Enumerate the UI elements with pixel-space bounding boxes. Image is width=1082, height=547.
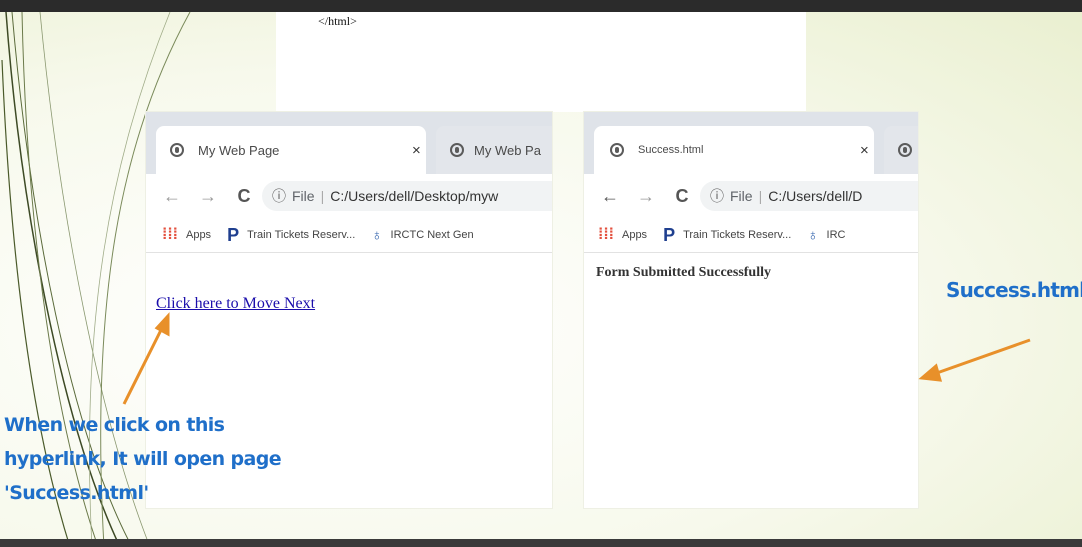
reload-icon[interactable]: C: [226, 186, 262, 207]
bookmark-train-tickets[interactable]: P Train Tickets Reserv...: [227, 225, 355, 246]
file-label: File: [730, 188, 753, 204]
bookmarks-bar: ⁞⁞⁞ Apps P Train Tickets Reserv... ♁ IRC: [584, 218, 918, 253]
browser-window-success: Success.html × ← → C ⓘ File | C:/Users/d…: [584, 112, 918, 508]
bookmark-irctc[interactable]: ♁ IRCTC Next Gen: [371, 227, 473, 244]
tab-success[interactable]: Success.html ×: [594, 126, 874, 174]
bookmark-label: IRC: [826, 229, 846, 241]
reload-icon[interactable]: C: [664, 186, 700, 207]
callout-right-text: Success.html: [946, 278, 1082, 302]
globe-icon: [450, 143, 464, 157]
url-text: C:/Users/dell/D: [768, 188, 863, 204]
separator: |: [758, 188, 763, 204]
tab-title: My Web Pa: [474, 142, 541, 158]
file-label: File: [292, 188, 315, 204]
callout-line-2: hyperlink, It will open page: [4, 448, 282, 470]
slide-bottom-border: [0, 539, 1082, 547]
irctc-icon: ♁: [807, 226, 819, 244]
irctc-icon: ♁: [371, 226, 383, 244]
bookmark-label: Apps: [185, 229, 212, 241]
address-bar[interactable]: ⓘ File | C:/Users/dell/D: [700, 181, 918, 211]
p-logo-icon: P: [663, 224, 676, 245]
forward-arrow-icon[interactable]: →: [190, 186, 226, 207]
move-next-link[interactable]: Click here to Move Next: [156, 295, 315, 313]
bookmark-apps[interactable]: ⁞⁞⁞ Apps: [162, 226, 211, 244]
info-icon[interactable]: ⓘ: [710, 186, 724, 206]
tab-my-web-page[interactable]: My Web Page ×: [156, 126, 426, 174]
bookmark-train-tickets[interactable]: P Train Tickets Reserv...: [663, 225, 791, 246]
browser-toolbar: ← → C ⓘ File | C:/Users/dell/D: [584, 174, 918, 218]
tab-title: My Web Page: [198, 142, 280, 158]
page-content: Form Submitted Successfully: [584, 253, 918, 508]
presentation-slide: </html> My Web Page × My Web Pa ← → C ⓘ …: [0, 0, 1082, 547]
bookmark-label: Train Tickets Reserv...: [683, 229, 792, 241]
code-snippet-text: </html>: [318, 14, 357, 28]
close-tab-icon[interactable]: ×: [412, 142, 421, 159]
tab-my-web-page-2[interactable]: My Web Pa: [436, 126, 552, 174]
bookmarks-bar: ⁞⁞⁞ Apps P Train Tickets Reserv... ♁ IRC…: [146, 218, 552, 253]
url-text: C:/Users/dell/Desktop/myw: [330, 188, 499, 204]
callout-left-text: When we click on this hyperlink, It will…: [4, 408, 334, 510]
apps-grid-icon: ⁞⁞⁞: [162, 226, 178, 243]
back-arrow-icon[interactable]: ←: [154, 186, 190, 207]
bookmark-label: IRCTC Next Gen: [390, 229, 474, 241]
tab-next[interactable]: [884, 126, 918, 174]
forward-arrow-icon[interactable]: →: [628, 186, 664, 207]
callout-line-3: 'Success.html': [4, 482, 149, 504]
globe-icon: [898, 143, 912, 157]
globe-icon: [610, 143, 624, 157]
bookmark-label: Train Tickets Reserv...: [247, 229, 356, 241]
callout-line-1: When we click on this: [4, 414, 225, 436]
address-bar[interactable]: ⓘ File | C:/Users/dell/Desktop/myw: [262, 181, 552, 211]
close-tab-icon[interactable]: ×: [860, 142, 869, 159]
code-snippet-box: </html>: [276, 12, 806, 112]
apps-grid-icon: ⁞⁞⁞: [598, 226, 614, 243]
separator: |: [320, 188, 325, 204]
tab-strip: Success.html ×: [584, 112, 918, 174]
browser-toolbar: ← → C ⓘ File | C:/Users/dell/Desktop/myw: [146, 174, 552, 218]
bookmark-irctc[interactable]: ♁ IRC: [807, 227, 845, 244]
success-message: Form Submitted Successfully: [596, 265, 771, 280]
tab-title: Success.html: [638, 144, 704, 156]
bookmark-label: Apps: [621, 229, 648, 241]
bookmark-apps[interactable]: ⁞⁞⁞ Apps: [598, 226, 647, 244]
tab-strip: My Web Page × My Web Pa: [146, 112, 552, 174]
arrow-to-success-window: [918, 338, 1031, 382]
back-arrow-icon[interactable]: ←: [592, 186, 628, 207]
p-logo-icon: P: [227, 224, 240, 245]
globe-icon: [170, 143, 184, 157]
info-icon[interactable]: ⓘ: [272, 186, 286, 206]
